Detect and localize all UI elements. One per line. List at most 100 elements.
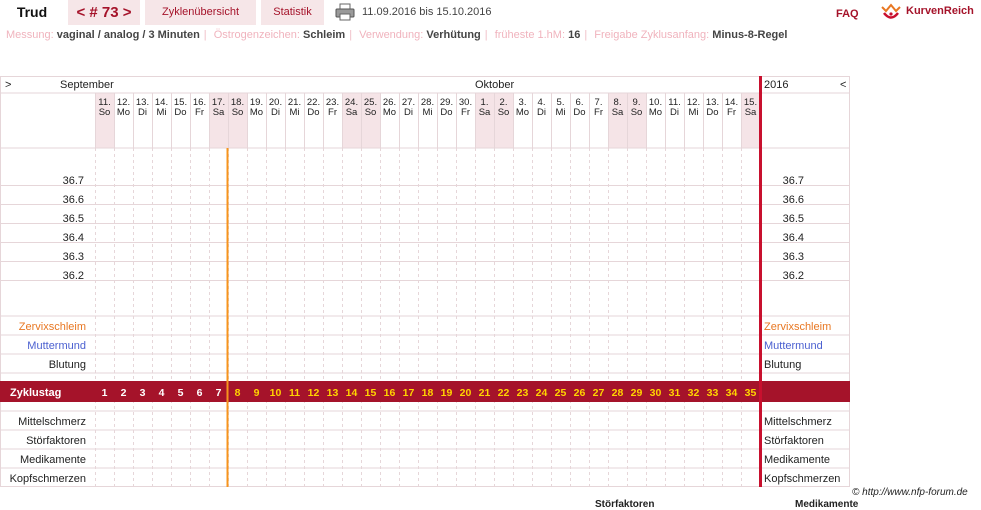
date-range: 11.09.2016 bis 15.10.2016: [362, 6, 492, 18]
info-value-usage: Verhütung: [426, 29, 481, 41]
day-weekday-label: So: [498, 107, 510, 118]
day-weekday-label: Sa: [346, 107, 358, 118]
temp-axis-label-left: 36.6: [63, 194, 84, 206]
row-label-right: Zervixschleim: [764, 321, 831, 333]
cycle-day-number: 5: [178, 387, 184, 399]
row-label-left: Kopfschmerzen: [10, 473, 86, 485]
temp-axis-label-right: 36.7: [783, 175, 804, 187]
cycle-day-number: 35: [745, 387, 757, 399]
day-weekday-label: Fr: [328, 107, 337, 118]
day-weekday-label: Sa: [213, 107, 225, 118]
row-label-left: Blutung: [49, 359, 86, 371]
day-weekday-label: Sa: [612, 107, 624, 118]
print-icon[interactable]: [335, 3, 355, 21]
row-label-left: Medikamente: [20, 454, 86, 466]
day-weekday-label: So: [631, 107, 643, 118]
cycle-day-number: 33: [707, 387, 719, 399]
cycle-day-number: 21: [479, 387, 491, 399]
day-weekday-label: Mi: [289, 107, 299, 118]
cycle-row-label: Zyklustag: [10, 387, 61, 399]
row-label-right: Blutung: [764, 359, 801, 371]
cycle-info-bar: Messung: vaginal / analog / 3 Minuten | Ö…: [6, 29, 788, 41]
cycle-day-number: 16: [384, 387, 396, 399]
copyright-credit[interactable]: © http://www.nfp-forum.de: [852, 487, 968, 498]
faq-link[interactable]: FAQ: [836, 4, 859, 24]
info-key-earliest: früheste 1.hM:: [494, 29, 566, 41]
day-weekday-label: Mo: [383, 107, 396, 118]
day-weekday-label: Mo: [117, 107, 130, 118]
day-weekday-label: So: [99, 107, 111, 118]
day-weekday-label: Mi: [555, 107, 565, 118]
cycle-day-number: 14: [346, 387, 358, 399]
cycle-day-number: 10: [270, 387, 282, 399]
info-key-release: Freigabe Zyklusanfang:: [594, 29, 710, 41]
temp-axis-label-left: 36.2: [63, 270, 84, 282]
tab-cycle-overview[interactable]: Zyklenübersicht: [145, 0, 256, 25]
cycle-day-number: 6: [197, 387, 203, 399]
day-weekday-label: Fr: [727, 107, 736, 118]
cycle-day-number: 2: [121, 387, 127, 399]
day-weekday-label: Di: [670, 107, 679, 118]
cycle-day-number: 7: [216, 387, 222, 399]
cycle-day-number: 17: [403, 387, 415, 399]
info-value-measurement: vaginal / analog / 3 Minuten: [56, 29, 200, 41]
row-label-left: Muttermund: [27, 340, 86, 352]
info-key-estrogen: Östrogenzeichen:: [213, 29, 300, 41]
row-label-left: Mittelschmerz: [18, 416, 86, 428]
row-label-right: Kopfschmerzen: [764, 473, 840, 485]
temp-axis-label-right: 36.5: [783, 213, 804, 225]
cycle-chart: > <September Oktober 201611.So12.Mo13.Di14.…: [0, 76, 850, 487]
cycle-day-number: 22: [498, 387, 510, 399]
day-weekday-label: Do: [573, 107, 585, 118]
day-weekday-label: Di: [404, 107, 413, 118]
cycle-day-number: 3: [140, 387, 146, 399]
info-value-earliest: 16: [568, 29, 581, 41]
legend-heading-right: Medikamente: [795, 499, 859, 510]
day-weekday-label: Mi: [422, 107, 432, 118]
day-weekday-label: Mi: [688, 107, 698, 118]
row-label-right: Störfaktoren: [764, 435, 824, 447]
day-weekday-label: Di: [138, 107, 147, 118]
cycle-day-number: 30: [650, 387, 662, 399]
row-label-right: Muttermund: [764, 340, 823, 352]
day-weekday-label: Mo: [649, 107, 662, 118]
day-weekday-label: Di: [537, 107, 546, 118]
month-label: Oktober: [475, 79, 514, 91]
day-weekday-label: Mi: [156, 107, 166, 118]
cycle-day-number: 26: [574, 387, 586, 399]
kurvenreich-logo[interactable]: KurvenReich: [906, 0, 974, 22]
cycle-day-number: 13: [327, 387, 339, 399]
day-weekday-label: Fr: [461, 107, 470, 118]
row-label-right: Medikamente: [764, 454, 830, 466]
row-label-left: Störfaktoren: [26, 435, 86, 447]
cycle-day-number: 19: [441, 387, 453, 399]
nav-next-button[interactable]: <: [840, 79, 846, 91]
info-key-measurement: Messung:: [6, 29, 54, 41]
cycle-day-number: 27: [593, 387, 605, 399]
temp-axis-label-left: 36.5: [63, 213, 84, 225]
temp-axis-label-right: 36.2: [783, 270, 804, 282]
cycle-day-number: 32: [688, 387, 700, 399]
tab-statistics[interactable]: Statistik: [261, 0, 324, 25]
cycle-day-number: 12: [308, 387, 320, 399]
temp-axis-label-left: 36.4: [63, 232, 84, 244]
row-label-right: Mittelschmerz: [764, 416, 832, 428]
row-label-left: Zervixschleim: [19, 321, 86, 333]
temp-axis-label-right: 36.4: [783, 232, 804, 244]
cycle-day-number: 23: [517, 387, 529, 399]
day-weekday-label: Do: [174, 107, 186, 118]
temp-axis-label-right: 36.3: [783, 251, 804, 263]
info-key-usage: Verwendung:: [359, 29, 424, 41]
cycle-day-number: 24: [536, 387, 548, 399]
legend-heading-left: Störfaktoren: [595, 499, 655, 510]
temp-axis-label-left: 36.3: [63, 251, 84, 263]
month-label: September: [60, 79, 114, 91]
info-value-estrogen: Schleim: [303, 29, 346, 41]
day-weekday-label: Di: [271, 107, 280, 118]
kurvenreich-logo-icon: [881, 3, 901, 19]
cycle-day-number: 29: [631, 387, 643, 399]
cycle-navigator[interactable]: < # 73 >: [68, 0, 140, 25]
cycle-day-number: 8: [235, 387, 241, 399]
nav-prev-button[interactable]: >: [5, 79, 11, 91]
day-weekday-label: Mo: [250, 107, 263, 118]
